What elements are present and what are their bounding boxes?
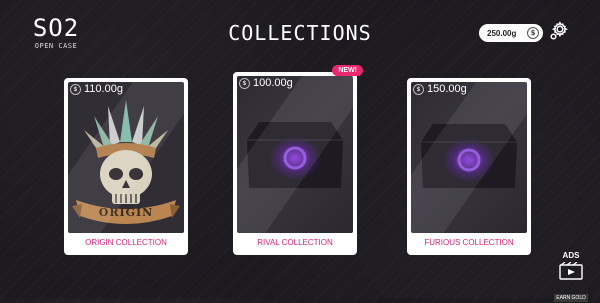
price-value: 150.00g xyxy=(427,83,467,95)
card-price: $ 150.00g xyxy=(413,83,467,95)
video-ad-icon xyxy=(559,261,583,280)
case-icon xyxy=(247,122,343,188)
card-price: $ 100.00g xyxy=(239,77,293,89)
card-art-furious xyxy=(411,82,527,233)
card-price: $ 110.00g xyxy=(70,83,123,95)
coin-icon: $ xyxy=(527,27,539,39)
ads-button[interactable]: ADS EARN GOLD xyxy=(548,251,594,303)
card-label: ORIGIN COLLECTION xyxy=(66,233,186,253)
card-label: RIVAL COLLECTION xyxy=(235,233,355,253)
card-label: FURIOUS COLLECTION xyxy=(409,233,529,253)
balance-value: 250.00g xyxy=(487,28,517,38)
card-art-rival xyxy=(237,76,353,233)
collection-card-furious[interactable]: $ 150.00g FURIOUS COLLECTION xyxy=(407,78,531,255)
ads-label: ADS xyxy=(562,251,580,260)
card-art-origin: ORIGIN xyxy=(68,82,184,233)
collection-card-rival[interactable]: NEW! $ 100.00g RIVAL COLLECTION xyxy=(233,65,363,255)
case-icon xyxy=(421,124,517,188)
emblem-text: ORIGIN xyxy=(98,206,154,219)
gear-icon[interactable] xyxy=(548,20,570,42)
coin-icon: $ xyxy=(239,77,250,89)
gold-balance[interactable]: 250.00g $ xyxy=(479,24,543,42)
ads-subtitle: EARN GOLD xyxy=(554,294,588,302)
coin-icon: $ xyxy=(70,83,81,95)
price-value: 100.00g xyxy=(253,77,293,89)
price-value: 110.00g xyxy=(84,83,123,95)
coin-icon: $ xyxy=(413,83,424,95)
new-badge: NEW! xyxy=(332,65,363,76)
collection-card-origin[interactable]: ORIGIN $ 110.00g ORIGIN COLLECTION xyxy=(64,78,188,255)
